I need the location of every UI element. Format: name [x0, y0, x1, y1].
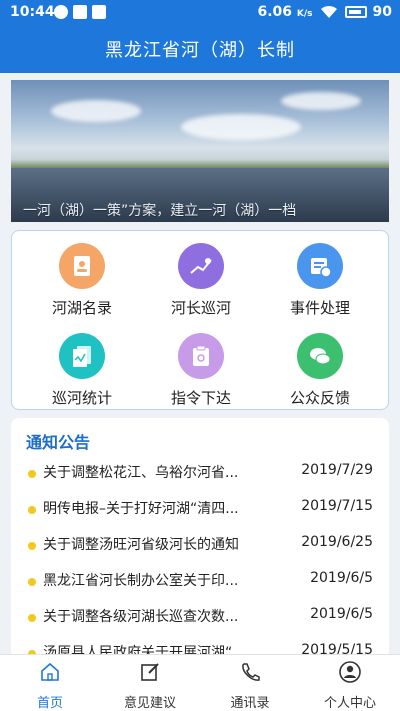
calendar-clock-icon — [297, 243, 343, 289]
wifi-icon — [320, 5, 337, 19]
notice-panel: 通知公告 关于调整松花江、乌裕尔河省... 2019/7/29 明传电报–关于打… — [11, 418, 389, 658]
page-title: 黑龙江省河（湖）长制 — [105, 40, 295, 61]
notice-title: 关于调整汤旺河省级河长的通知 — [43, 537, 239, 553]
nav-suggestions[interactable]: 意见建议 — [100, 661, 200, 711]
bullet-dot — [28, 470, 36, 478]
stats-document-icon — [59, 333, 105, 379]
address-book-icon — [59, 243, 105, 289]
menu-item-label: 河湖名录 — [51, 299, 112, 317]
status-right: 6.06 K/s 90 — [257, 4, 392, 20]
notice-date: 2019/7/29 — [301, 462, 373, 478]
upload-notification-icon — [73, 5, 87, 19]
bullet-dot — [28, 542, 36, 550]
nav-home[interactable]: 首页 — [0, 661, 100, 711]
feature-menu: 河湖名录 河长巡河 事件处理 巡河统计 指令下达 公众反馈 — [11, 230, 389, 410]
menu-item-label: 事件处理 — [289, 299, 350, 317]
mail-notification-icon — [92, 5, 106, 19]
banner-cloud — [281, 92, 361, 110]
banner-cloud — [181, 114, 301, 140]
nav-label: 首页 — [36, 696, 63, 711]
menu-item-label: 指令下达 — [170, 389, 231, 407]
bullet-dot — [28, 506, 36, 514]
nav-label: 意见建议 — [123, 696, 176, 711]
menu-item-public-feedback[interactable]: 公众反馈 — [265, 333, 375, 408]
notice-heading: 通知公告 — [26, 433, 91, 452]
notice-date: 2019/6/5 — [310, 606, 373, 622]
notice-date: 2019/6/5 — [310, 570, 373, 586]
battery-level: 90 — [372, 4, 392, 20]
notice-item[interactable]: 关于调整各级河湖长巡查次数... 2019/6/5 — [11, 604, 389, 640]
menu-item-label: 巡河统计 — [51, 389, 112, 407]
menu-item-river-lake-directory[interactable]: 河湖名录 — [27, 243, 137, 318]
status-bar: 10:44 6.06 K/s 90 — [0, 0, 400, 26]
bottom-navigation: 首页 意见建议 通讯录 个人中心 — [0, 654, 400, 711]
notice-title: 关于调整松花江、乌裕尔河省... — [43, 465, 239, 481]
notice-title: 关于调整各级河湖长巡查次数... — [43, 609, 239, 625]
notice-title: 明传电报–关于打好河湖“清四... — [43, 501, 239, 517]
status-time: 10:44 — [10, 4, 55, 20]
notice-item[interactable]: 关于调整松花江、乌裕尔河省... 2019/7/29 — [11, 460, 389, 496]
notice-date: 2019/6/25 — [301, 534, 373, 550]
menu-item-label: 公众反馈 — [289, 389, 350, 407]
user-icon — [339, 661, 361, 683]
sync-notification-icon — [54, 5, 68, 19]
notice-item[interactable]: 关于调整汤旺河省级河长的通知 2019/6/25 — [11, 532, 389, 568]
notice-item[interactable]: 黑龙江省河长制办公室关于印... 2019/6/5 — [11, 568, 389, 604]
banner-cloud — [51, 100, 141, 122]
notice-title: 黑龙江省河长制办公室关于印... — [43, 573, 239, 589]
notice-date: 2019/7/15 — [301, 498, 373, 514]
edit-icon — [141, 663, 159, 681]
notification-icons — [54, 5, 106, 19]
bullet-dot — [28, 578, 36, 586]
menu-item-event-handling[interactable]: 事件处理 — [265, 243, 375, 318]
route-map-icon — [178, 243, 224, 289]
nav-contacts[interactable]: 通讯录 — [200, 661, 300, 711]
network-speed-unit: K/s — [296, 9, 313, 19]
banner-caption: 一河（湖）一策”方案，建立一河（湖）一档 — [23, 203, 297, 219]
phone-icon — [242, 663, 260, 681]
menu-item-issue-instructions[interactable]: 指令下达 — [146, 333, 256, 408]
clipboard-icon — [178, 333, 224, 379]
bullet-dot — [28, 614, 36, 622]
chat-bubbles-icon — [297, 333, 343, 379]
network-speed: 6.06 K/s — [257, 4, 312, 20]
nav-profile[interactable]: 个人中心 — [300, 661, 400, 711]
nav-label: 通讯录 — [230, 696, 270, 711]
notice-item[interactable]: 明传电报–关于打好河湖“清四... 2019/7/15 — [11, 496, 389, 532]
nav-label: 个人中心 — [323, 696, 376, 711]
menu-item-river-patrol[interactable]: 河长巡河 — [146, 243, 256, 318]
menu-item-patrol-statistics[interactable]: 巡河统计 — [27, 333, 137, 408]
battery-icon — [344, 6, 367, 18]
network-speed-value: 6.06 — [257, 4, 293, 20]
banner-carousel[interactable]: 一河（湖）一策”方案，建立一河（湖）一档 — [11, 80, 389, 222]
menu-item-label: 河长巡河 — [170, 299, 231, 317]
home-icon — [41, 662, 59, 681]
app-header: 10:44 6.06 K/s 90 黑龙江省河（湖）长制 — [0, 0, 400, 73]
